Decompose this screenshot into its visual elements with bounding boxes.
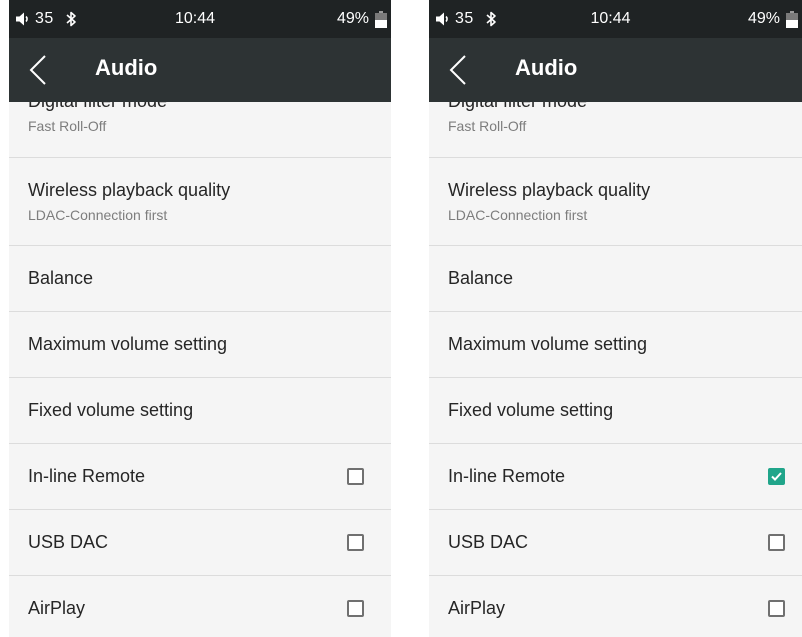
page-title: Audio [95,55,158,80]
app-bar: Audio [9,38,391,102]
setting-title: USB DAC [28,532,109,552]
setting-title: Balance [448,268,514,288]
setting-maximum-volume[interactable]: Maximum volume setting [429,312,802,378]
setting-title: In-line Remote [28,466,146,486]
battery-icon [786,11,798,28]
setting-wireless-playback-quality[interactable]: Wireless playback quality LDAC-Connectio… [9,158,391,246]
page-title: Audio [515,55,578,80]
setting-title: Fixed volume setting [448,400,614,420]
setting-digital-filter-mode[interactable]: Digital filter mode Fast Roll-Off [9,102,391,158]
usb-dac-checkbox[interactable] [768,534,785,551]
in-line-remote-checkbox[interactable] [768,468,785,485]
airplay-checkbox[interactable] [347,600,364,617]
settings-list[interactable]: Digital filter mode Fast Roll-Off Wirele… [429,102,802,637]
battery-percent: 49% [336,10,369,27]
setting-wireless-playback-quality[interactable]: Wireless playback quality LDAC-Connectio… [429,158,802,246]
setting-airplay[interactable]: AirPlay [429,576,802,637]
screen-right: 35 10:44 49% Audio Digital filter mode F… [429,0,802,637]
setting-title: Maximum volume setting [28,334,228,354]
setting-title: AirPlay [448,598,506,618]
setting-title: Wireless playback quality [448,180,651,200]
setting-title: AirPlay [28,598,86,618]
setting-airplay[interactable]: AirPlay [9,576,391,637]
setting-title: Digital filter mode [28,102,167,112]
setting-value: Fast Roll-Off [448,118,527,134]
setting-usb-dac[interactable]: USB DAC [429,510,802,576]
setting-title: In-line Remote [448,466,566,486]
usb-dac-checkbox[interactable] [347,534,364,551]
setting-title: Digital filter mode [448,102,587,112]
clock: 10:44 [590,10,631,27]
setting-usb-dac[interactable]: USB DAC [9,510,391,576]
checkmark-icon [771,472,782,481]
setting-fixed-volume[interactable]: Fixed volume setting [9,378,391,444]
back-button[interactable] [443,50,479,90]
settings-list[interactable]: Digital filter mode Fast Roll-Off Wirele… [9,102,391,637]
setting-title: Wireless playback quality [28,180,231,200]
status-bar: 35 10:44 49% [9,0,391,38]
setting-value: LDAC-Connection first [448,207,588,223]
in-line-remote-checkbox[interactable] [347,468,364,485]
setting-title: Fixed volume setting [28,400,194,420]
screen-left: 35 10:44 49% Audio Digital filter mode F… [9,0,391,637]
setting-in-line-remote[interactable]: In-line Remote [9,444,391,510]
setting-in-line-remote[interactable]: In-line Remote [429,444,802,510]
setting-value: Fast Roll-Off [28,118,107,134]
setting-title: Balance [28,268,94,288]
setting-value: LDAC-Connection first [28,207,168,223]
setting-maximum-volume[interactable]: Maximum volume setting [9,312,391,378]
setting-title: Maximum volume setting [448,334,648,354]
clock: 10:44 [174,10,216,27]
setting-digital-filter-mode[interactable]: Digital filter mode Fast Roll-Off [429,102,802,158]
app-bar: Audio [429,38,802,102]
setting-title: USB DAC [448,532,529,552]
airplay-checkbox[interactable] [768,600,785,617]
back-button[interactable] [23,50,59,90]
status-bar: 35 10:44 49% [429,0,802,38]
setting-balance[interactable]: Balance [9,246,391,312]
setting-fixed-volume[interactable]: Fixed volume setting [429,378,802,444]
battery-percent: 49% [747,10,780,27]
back-arrow-icon [29,55,46,85]
back-arrow-icon [449,55,466,85]
battery-icon [375,11,387,28]
setting-balance[interactable]: Balance [429,246,802,312]
